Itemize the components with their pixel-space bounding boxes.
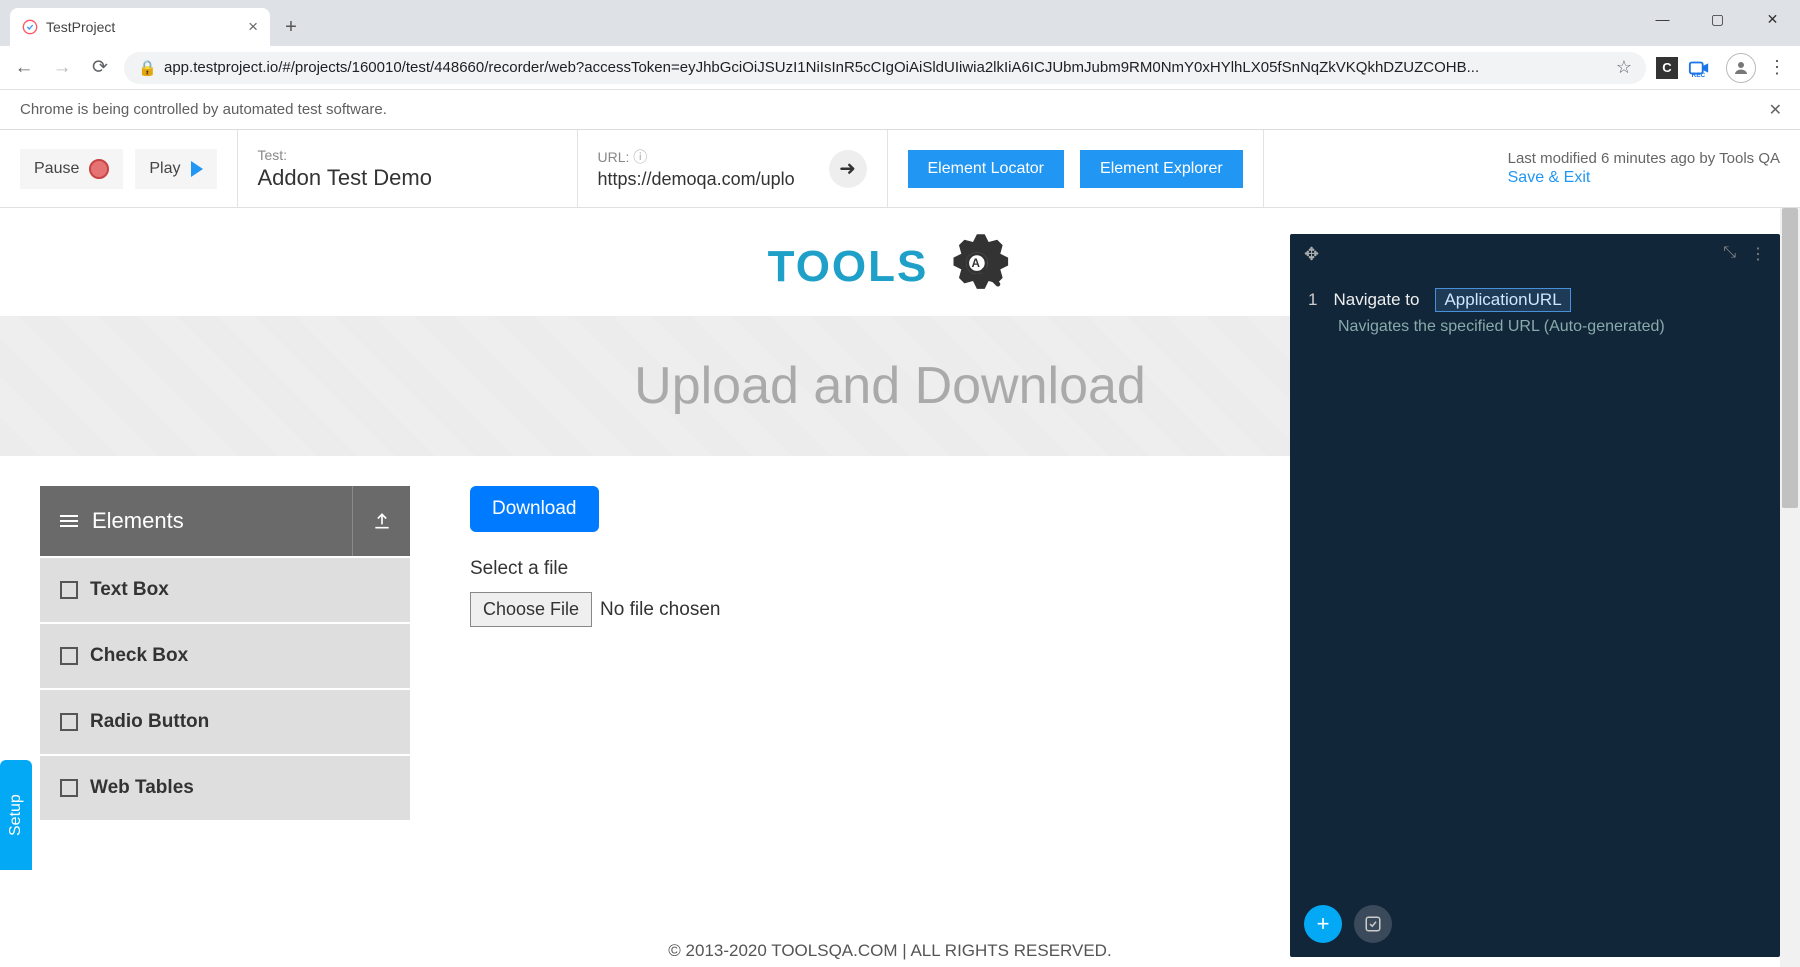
automation-close-icon[interactable]: ✕ — [1769, 100, 1782, 120]
automation-message: Chrome is being controlled by automated … — [20, 101, 387, 118]
svg-text:A: A — [972, 257, 981, 270]
forward-button[interactable]: → — [48, 54, 76, 82]
browser-menu-button[interactable]: ⋮ — [1764, 55, 1790, 81]
url-section: URL: ⓘ https://demoqa.com/uplo ➜ — [578, 130, 888, 207]
item-icon — [60, 779, 78, 797]
sidebar-item-webtables[interactable]: Web Tables — [40, 754, 410, 820]
url-value: https://demoqa.com/uplo — [598, 169, 815, 190]
extension-c-icon[interactable]: C — [1656, 57, 1678, 79]
save-exit-link[interactable]: Save & Exit — [1508, 169, 1591, 187]
upload-icon[interactable] — [352, 486, 410, 556]
close-tab-icon[interactable]: × — [248, 17, 258, 37]
extension-icons: C REC ⋮ — [1656, 53, 1790, 83]
pause-button[interactable]: Pause — [20, 149, 123, 189]
file-status: No file chosen — [600, 599, 720, 621]
lock-icon: 🔒 — [138, 59, 154, 77]
extension-rec-icon[interactable]: REC — [1686, 55, 1712, 81]
sidebar-item-textbox[interactable]: Text Box — [40, 556, 410, 622]
maximize-button[interactable]: ▢ — [1690, 0, 1745, 38]
recorder-panel: ✥ ⤡ ⋮ 1 Navigate to ApplicationURL Navig… — [1290, 234, 1780, 957]
step-param-badge[interactable]: ApplicationURL — [1435, 288, 1570, 312]
hamburger-icon — [60, 512, 78, 530]
reload-button[interactable]: ⟳ — [86, 54, 114, 82]
bookmark-star-icon[interactable]: ☆ — [1616, 57, 1632, 78]
info-icon: ⓘ — [633, 149, 647, 165]
test-name-section: Test: Addon Test Demo — [238, 130, 578, 207]
element-locator-button[interactable]: Element Locator — [908, 150, 1065, 188]
meta-section: Last modified 6 minutes ago by Tools QA … — [1488, 130, 1800, 207]
sidebar-header[interactable]: Elements — [40, 486, 410, 556]
go-button[interactable]: ➜ — [829, 150, 867, 188]
download-button[interactable]: Download — [470, 486, 599, 532]
vertical-scrollbar[interactable] — [1780, 208, 1800, 967]
setup-side-tab[interactable]: Setup — [0, 760, 32, 870]
toolsqa-logo[interactable]: TOOLS A — [768, 228, 1013, 306]
logo-text: TOOLS — [768, 242, 929, 292]
sidebar-item-checkbox[interactable]: Check Box — [40, 622, 410, 688]
collapse-icon[interactable]: ⤡ — [1723, 244, 1736, 264]
tool-buttons: Element Locator Element Explorer — [888, 130, 1264, 207]
url-text: app.testproject.io/#/projects/160010/tes… — [164, 59, 1606, 76]
recorder-menu-icon[interactable]: ⋮ — [1750, 244, 1766, 264]
sidebar-item-radio[interactable]: Radio Button — [40, 688, 410, 754]
browser-tab-strip: TestProject × + — ▢ ✕ — [0, 0, 1800, 46]
back-button[interactable]: ← — [10, 54, 38, 82]
step-action: Navigate to — [1333, 290, 1419, 310]
choose-file-button[interactable]: Choose File — [470, 592, 592, 627]
play-icon — [191, 161, 203, 177]
profile-icon[interactable] — [1726, 53, 1756, 83]
close-window-button[interactable]: ✕ — [1745, 0, 1800, 38]
testproject-favicon — [22, 19, 38, 35]
page-title: Upload and Download — [634, 356, 1146, 416]
drag-move-icon[interactable]: ✥ — [1304, 244, 1319, 265]
automation-notice: Chrome is being controlled by automated … — [0, 90, 1800, 130]
record-indicator-icon — [89, 159, 109, 179]
test-label: Test: — [258, 147, 288, 163]
address-bar[interactable]: 🔒 app.testproject.io/#/projects/160010/t… — [124, 52, 1646, 84]
url-label: URL: ⓘ — [598, 147, 815, 167]
recorder-header[interactable]: ✥ ⤡ ⋮ — [1290, 234, 1780, 274]
add-step-button[interactable]: + — [1304, 905, 1342, 943]
validate-button[interactable] — [1354, 905, 1392, 943]
step-description: Navigates the specified URL (Auto-genera… — [1338, 318, 1762, 336]
svg-text:REC: REC — [1692, 72, 1706, 79]
test-name: Addon Test Demo — [258, 165, 432, 191]
browser-tab[interactable]: TestProject × — [10, 8, 270, 46]
scrollbar-thumb[interactable] — [1782, 208, 1798, 508]
minimize-button[interactable]: — — [1635, 0, 1690, 38]
new-tab-button[interactable]: + — [276, 12, 306, 42]
testproject-toolbar: Pause Play Test: Addon Test Demo URL: ⓘ … — [0, 130, 1800, 208]
left-sidebar: Elements Text Box Check Box Radio Button… — [40, 486, 410, 820]
recorder-footer: + — [1304, 905, 1392, 943]
item-icon — [60, 581, 78, 599]
window-controls: — ▢ ✕ — [1635, 0, 1800, 38]
play-button[interactable]: Play — [135, 149, 216, 189]
browser-nav-bar: ← → ⟳ 🔒 app.testproject.io/#/projects/16… — [0, 46, 1800, 90]
step-number: 1 — [1308, 290, 1317, 310]
gear-magnify-icon: A — [934, 228, 1012, 306]
last-modified: Last modified 6 minutes ago by Tools QA — [1508, 150, 1780, 167]
item-icon — [60, 713, 78, 731]
sidebar-header-label: Elements — [92, 508, 184, 534]
item-icon — [60, 647, 78, 665]
element-explorer-button[interactable]: Element Explorer — [1080, 150, 1243, 188]
recorder-step[interactable]: 1 Navigate to ApplicationURL Navigates t… — [1290, 274, 1780, 350]
tab-title: TestProject — [46, 19, 115, 35]
